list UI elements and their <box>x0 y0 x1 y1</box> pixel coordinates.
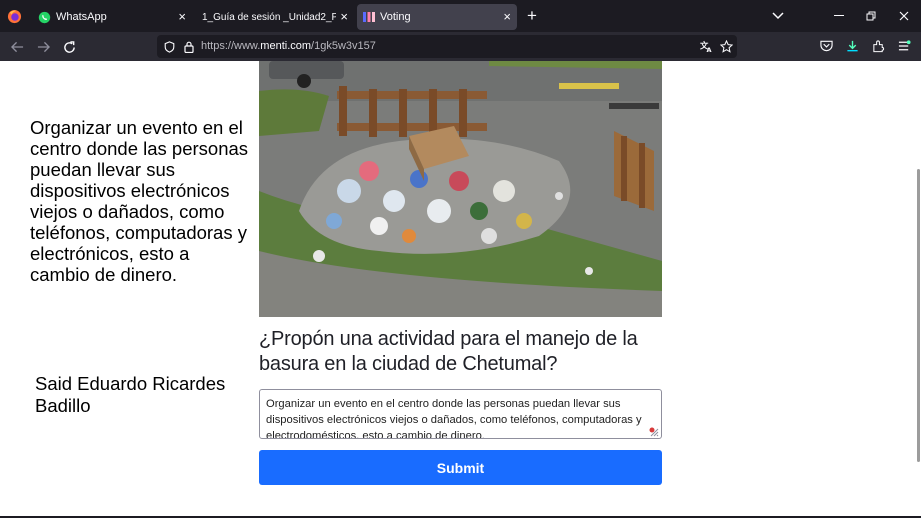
tab-title: WhatsApp <box>56 11 107 23</box>
side-note-text: Organizar un evento en el centro donde l… <box>30 117 249 285</box>
reload-icon[interactable] <box>61 39 77 55</box>
svg-text:A: A <box>706 46 711 53</box>
address-bar[interactable]: https://www.menti.com/1gk5w3v157 文A <box>157 35 737 58</box>
pocket-icon[interactable] <box>819 39 833 53</box>
tab-whatsapp[interactable]: WhatsApp × <box>32 4 192 30</box>
url-path: /1gk5w3v157 <box>311 40 376 52</box>
mentimeter-icon <box>363 11 375 23</box>
tracking-protection-shield-icon[interactable] <box>163 40 176 53</box>
navigation-toolbar: https://www.menti.com/1gk5w3v157 文A <box>0 32 921 61</box>
bookmark-star-icon[interactable] <box>719 39 733 53</box>
question-title: ¿Propón una actividad para el manejo de … <box>259 328 638 375</box>
close-tab-icon[interactable]: × <box>178 9 186 25</box>
submit-button[interactable]: Submit <box>259 450 662 485</box>
answer-value: Organizar un evento en el centro donde l… <box>266 398 642 439</box>
close-tab-icon[interactable]: × <box>340 9 348 25</box>
translate-icon[interactable]: 文A <box>699 39 713 53</box>
tab-bar: WhatsApp × 1_Guía de sesión _Unidad2_P2-… <box>0 0 921 32</box>
url-prefix: https://www. <box>201 40 261 52</box>
back-icon[interactable] <box>9 39 25 55</box>
tab-title: Voting <box>380 11 411 23</box>
scrollbar[interactable] <box>917 169 920 462</box>
firefox-menu-icon[interactable] <box>6 8 22 24</box>
close-tab-icon[interactable]: × <box>503 9 511 25</box>
url-text[interactable]: https://www.menti.com/1gk5w3v157 <box>201 40 376 52</box>
tab-voting[interactable]: Voting × <box>357 4 517 30</box>
lock-icon[interactable] <box>182 40 195 53</box>
close-window-icon[interactable] <box>897 9 911 23</box>
forward-icon[interactable] <box>35 39 51 55</box>
url-domain: menti.com <box>260 40 312 52</box>
downloads-icon[interactable] <box>845 39 859 53</box>
app-menu-icon[interactable] <box>897 39 911 53</box>
extensions-icon[interactable] <box>871 39 885 53</box>
tab-title: 1_Guía de sesión _Unidad2_P2-FSCI <box>202 11 336 23</box>
question-image <box>259 61 662 317</box>
list-all-tabs-icon[interactable] <box>771 9 785 23</box>
minimize-icon[interactable] <box>832 9 846 23</box>
resize-grip-icon[interactable] <box>649 426 659 437</box>
answer-textarea[interactable]: Organizar un evento en el centro donde l… <box>259 389 662 439</box>
new-tab-button[interactable]: + <box>524 6 540 26</box>
tab-guia-sesion[interactable]: 1_Guía de sesión _Unidad2_P2-FSCI × <box>194 4 354 30</box>
restore-icon[interactable] <box>864 9 878 23</box>
author-name: Said Eduardo Ricardes Badillo <box>35 373 226 416</box>
whatsapp-icon <box>38 11 51 24</box>
